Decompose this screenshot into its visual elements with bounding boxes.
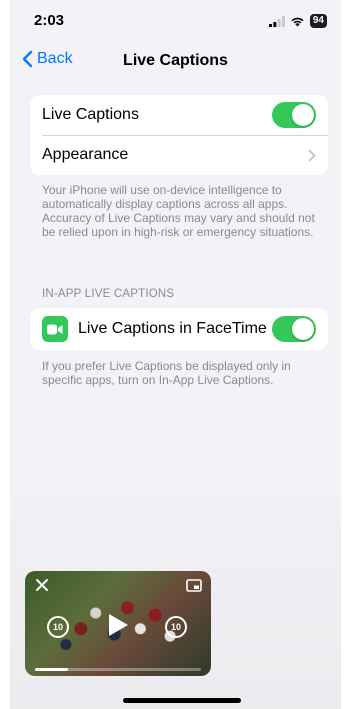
facetime-icon (42, 316, 68, 342)
page-title: Live Captions (123, 52, 228, 69)
wifi-icon (291, 17, 304, 26)
facetime-captions-toggle[interactable] (272, 316, 316, 342)
appearance-row[interactable]: Appearance (30, 135, 328, 175)
play-button[interactable] (105, 612, 131, 638)
settings-screen: 2:03 94 Back Live Captions Live Captions… (10, 0, 341, 709)
in-app-footer: If you prefer Live Captions be displayed… (42, 359, 291, 387)
cellular-signal-icon (268, 15, 285, 27)
status-time: 2:03 (34, 12, 65, 29)
live-captions-description: Your iPhone will use on-device intellige… (42, 183, 315, 239)
in-app-section-header: IN-APP LIVE CAPTIONS (42, 288, 175, 300)
skip-forward-button[interactable]: 10 (165, 616, 187, 638)
toggle-knob (292, 318, 314, 340)
chevron-right-icon (308, 149, 316, 161)
facetime-row: Live Captions in FaceTime (30, 308, 328, 350)
status-bar: 2:03 94 (10, 0, 341, 40)
video-progress-bar[interactable] (35, 668, 201, 671)
close-pip-icon[interactable] (33, 577, 51, 593)
facetime-label: Live Captions in FaceTime (78, 320, 267, 337)
home-indicator[interactable] (123, 698, 241, 703)
play-icon (109, 614, 128, 636)
battery-indicator: 94 (309, 14, 327, 28)
in-app-group: Live Captions in FaceTime (30, 308, 328, 350)
toggle-knob (292, 104, 314, 126)
picture-in-picture-video[interactable]: 10 10 (25, 571, 211, 676)
expand-pip-icon[interactable] (185, 577, 203, 593)
live-captions-toggle[interactable] (272, 102, 316, 128)
navigation-bar: Back Live Captions (10, 44, 341, 78)
progress-fill (35, 668, 69, 671)
live-captions-group: Live Captions Appearance (30, 95, 328, 175)
skip-back-button[interactable]: 10 (47, 616, 69, 638)
appearance-label: Appearance (42, 146, 129, 163)
live-captions-label: Live Captions (42, 106, 139, 123)
live-captions-row: Live Captions (30, 95, 328, 135)
status-icons: 94 (268, 14, 327, 28)
